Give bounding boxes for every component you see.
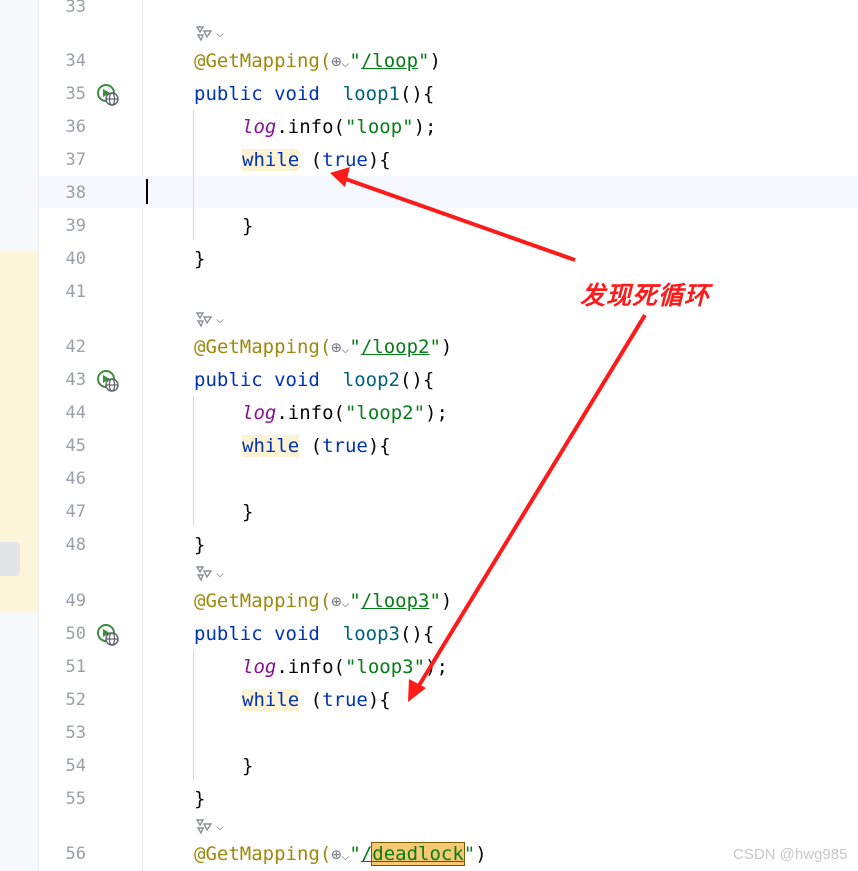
arrow-to-loop1 [339, 175, 576, 262]
annotation-note: 发现死循环 [580, 281, 711, 310]
arrow-head [330, 167, 350, 187]
arrow-to-loop3 [413, 313, 647, 694]
annotation-arrows [330, 167, 647, 702]
arrow-head [408, 679, 426, 702]
watermark: CSDN @hwg985 [733, 846, 848, 863]
